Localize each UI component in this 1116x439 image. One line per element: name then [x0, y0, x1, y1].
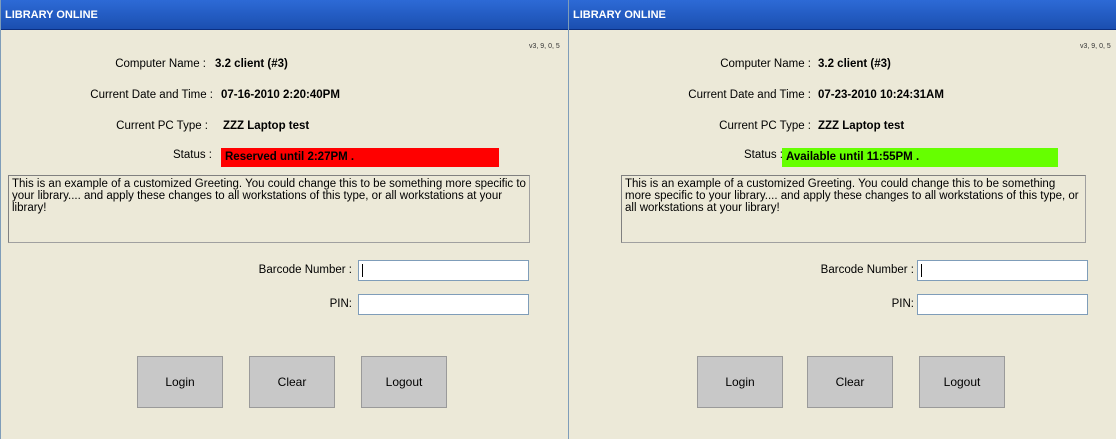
window-title: LIBRARY ONLINE — [1, 0, 568, 30]
login-window-right: LIBRARY ONLINE v3, 9, 0, 5 Computer Name… — [568, 0, 1116, 439]
login-button[interactable]: Login — [697, 356, 783, 408]
datetime-value: 07-23-2010 10:24:31AM — [818, 89, 944, 101]
greeting-message: This is an example of a customized Greet… — [8, 175, 530, 243]
clear-button[interactable]: Clear — [249, 356, 335, 408]
barcode-label: Barcode Number : — [820, 264, 914, 276]
datetime-label: Current Date and Time : — [90, 89, 213, 101]
text-caret — [362, 264, 363, 277]
status-label: Status : — [173, 149, 212, 161]
status-label: Status : — [744, 149, 783, 161]
pin-input[interactable] — [917, 294, 1088, 315]
status-badge: Reserved until 2:27PM . — [221, 148, 499, 167]
barcode-label: Barcode Number : — [258, 264, 352, 276]
pin-input[interactable] — [358, 294, 529, 315]
logout-button[interactable]: Logout — [361, 356, 447, 408]
status-badge: Available until 11:55PM . — [782, 148, 1058, 167]
pc-type-label: Current PC Type : — [116, 120, 208, 132]
pin-label: PIN: — [329, 298, 352, 310]
barcode-input[interactable] — [358, 260, 529, 281]
window-title: LIBRARY ONLINE — [569, 0, 1116, 30]
greeting-message: This is an example of a customized Greet… — [621, 175, 1086, 243]
computer-name-value: 3.2 client (#3) — [818, 58, 891, 70]
logout-button[interactable]: Logout — [919, 356, 1005, 408]
pc-type-value: ZZZ Laptop test — [818, 120, 905, 132]
computer-name-label: Computer Name : — [115, 58, 206, 70]
barcode-input[interactable] — [917, 260, 1088, 281]
text-caret — [921, 264, 922, 277]
computer-name-label: Computer Name : — [720, 58, 811, 70]
login-button[interactable]: Login — [137, 356, 223, 408]
pin-label: PIN: — [891, 298, 914, 310]
login-window-left: LIBRARY ONLINE v3, 9, 0, 5 Computer Name… — [0, 0, 568, 439]
datetime-value: 07-16-2010 2:20:40PM — [221, 89, 340, 101]
computer-name-value: 3.2 client (#3) — [215, 58, 288, 70]
datetime-label: Current Date and Time : — [688, 89, 811, 101]
clear-button[interactable]: Clear — [807, 356, 893, 408]
pc-type-label: Current PC Type : — [719, 120, 811, 132]
version-label: v3, 9, 0, 5 — [529, 43, 560, 50]
version-label: v3, 9, 0, 5 — [1080, 43, 1111, 50]
pc-type-value: ZZZ Laptop test — [223, 120, 310, 132]
